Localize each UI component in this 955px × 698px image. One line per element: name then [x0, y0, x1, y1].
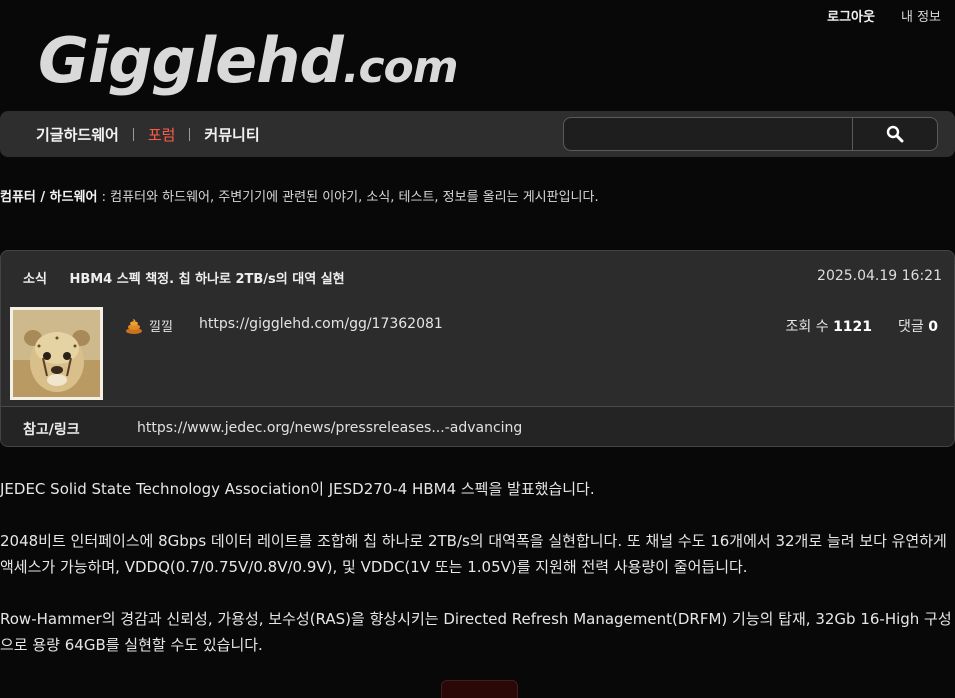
post-header-box: 소식 HBM4 스펙 책정. 칩 하나로 2TB/s의 대역 실현 2025.0… — [0, 250, 955, 447]
reference-label: 참고/링크 — [23, 422, 80, 438]
post-category[interactable]: 소식 — [23, 272, 47, 287]
cheetah-cub-avatar-image — [13, 310, 100, 397]
nav-item-forum[interactable]: 포럼 — [134, 124, 190, 145]
nav-item-hardware[interactable]: 기글하드웨어 — [22, 124, 133, 145]
comment-count-label: 댓글 — [898, 319, 924, 335]
post-content: JEDEC Solid State Technology Association… — [0, 476, 955, 684]
post-date: 2025.04.19 16:21 — [817, 268, 942, 284]
comment-count-value: 0 — [928, 319, 938, 335]
board-desc-text: : 컴퓨터와 하드웨어, 주변기기에 관련된 이야기, 소식, 테스트, 정보를… — [97, 190, 599, 205]
top-links: 로그아웃 내 정보 — [827, 6, 941, 25]
reference-row: 참고/링크 https://www.jedec.org/news/pressre… — [1, 406, 954, 446]
search-input[interactable] — [564, 118, 852, 150]
logo-main: Gigglehd — [38, 24, 344, 97]
search-button[interactable] — [852, 118, 937, 150]
post-heading: 소식 HBM4 스펙 책정. 칩 하나로 2TB/s의 대역 실현 — [23, 268, 345, 287]
poop-level-icon — [126, 318, 142, 334]
logout-link[interactable]: 로그아웃 — [827, 6, 875, 25]
nav-menu: 기글하드웨어 포럼 커뮤니티 — [22, 111, 274, 157]
vote-button[interactable] — [441, 680, 518, 698]
nav-item-community[interactable]: 커뮤니티 — [190, 124, 273, 145]
logo-suffix: .com — [342, 42, 459, 93]
view-count: 조회 수 1121 — [786, 316, 873, 336]
reference-link[interactable]: https://www.jedec.org/news/pressreleases… — [137, 420, 522, 436]
content-paragraph: Row-Hammer의 경감과 신뢰성, 가용성, 보수성(RAS)을 향상시키… — [0, 610, 952, 654]
post-stats: 조회 수 1121 댓글 0 — [786, 316, 938, 336]
myinfo-link[interactable]: 내 정보 — [901, 6, 941, 25]
comment-count[interactable]: 댓글 0 — [898, 316, 938, 336]
post-title[interactable]: HBM4 스펙 책정. 칩 하나로 2TB/s의 대역 실현 — [69, 272, 344, 287]
view-count-label: 조회 수 — [785, 319, 829, 335]
author-name: 낄낄 — [149, 320, 173, 335]
post-author[interactable]: 낄낄 — [125, 316, 173, 335]
search-box — [563, 117, 938, 151]
board-description: 컴퓨터 / 하드웨어 : 컴퓨터와 하드웨어, 주변기기에 관련된 이야기, 소… — [0, 186, 599, 205]
content-paragraph: 2048비트 인터페이스에 8Gbps 데이터 레이트를 조합해 칩 하나로 2… — [0, 532, 947, 576]
author-avatar[interactable] — [10, 307, 103, 400]
main-navbar: 기글하드웨어 포럼 커뮤니티 — [0, 111, 955, 157]
view-count-value: 1121 — [833, 319, 873, 335]
content-paragraph: JEDEC Solid State Technology Association… — [0, 480, 595, 498]
post-permalink[interactable]: https://gigglehd.com/gg/17362081 — [199, 316, 443, 332]
search-icon — [886, 125, 904, 143]
site-logo[interactable]: Gigglehd.com — [38, 24, 459, 97]
page: 로그아웃 내 정보 Gigglehd.com 기글하드웨어 포럼 커뮤니티 컴퓨… — [0, 0, 955, 698]
board-name[interactable]: 컴퓨터 / 하드웨어 — [0, 190, 98, 205]
